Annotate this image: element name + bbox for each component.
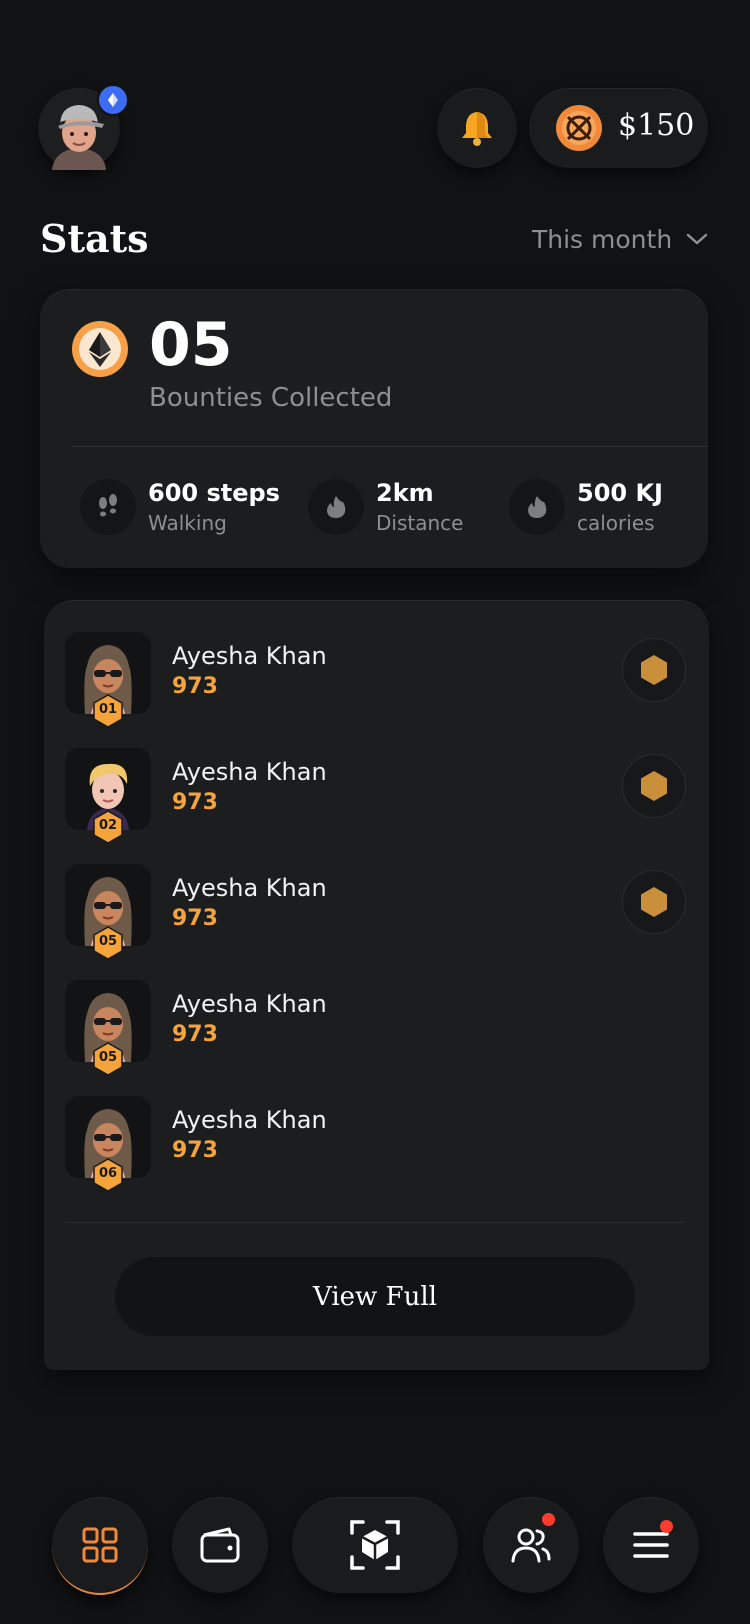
menu-notification-dot <box>660 1520 673 1533</box>
player-score: 973 <box>172 1138 218 1163</box>
rank-badge-number: 02 <box>98 818 118 833</box>
balance-amount: $150 <box>618 108 695 143</box>
player-score: 973 <box>172 674 218 699</box>
player-name: Ayesha Khan <box>172 642 327 670</box>
calories-stat-icon-wrap <box>509 479 565 535</box>
medal-button[interactable] <box>622 754 686 818</box>
balance-pill[interactable]: $150 <box>529 88 708 168</box>
steps-stat-icon-wrap <box>80 479 136 535</box>
medal-button[interactable] <box>622 870 686 934</box>
nav-friends[interactable] <box>483 1497 579 1593</box>
friends-notification-dot <box>542 1513 555 1526</box>
nav-menu[interactable] <box>603 1497 699 1593</box>
calories-label: calories <box>577 511 655 535</box>
view-full-button[interactable]: View Full <box>115 1257 635 1336</box>
player-name: Ayesha Khan <box>172 1106 327 1134</box>
bounties-count: 05 <box>149 310 233 380</box>
view-full-label: View Full <box>313 1281 437 1312</box>
rank-badge-number: 05 <box>98 1050 118 1065</box>
stats-card: 05 Bounties Collected 600 steps Walking … <box>40 289 708 568</box>
bell-icon <box>462 112 492 146</box>
nav-ar-scan[interactable] <box>292 1497 458 1593</box>
notifications-button[interactable] <box>437 88 517 168</box>
page-title: Stats <box>40 216 149 261</box>
leaderboard-row[interactable]: 05 Ayesha Khan 973 <box>65 980 685 1080</box>
chevron-down-icon <box>686 233 708 245</box>
rank-badge-number: 05 <box>98 934 118 949</box>
distance-label: Distance <box>376 511 464 535</box>
distance-stat-icon-wrap <box>308 479 364 535</box>
medal-button[interactable] <box>622 638 686 702</box>
leaderboard-divider <box>65 1222 685 1223</box>
verified-badge-icon <box>97 84 129 116</box>
hexagon-medal-icon <box>641 655 667 685</box>
rank-badge-number: 06 <box>98 1166 118 1181</box>
player-name: Ayesha Khan <box>172 758 327 786</box>
period-dropdown-label: This month <box>532 224 673 254</box>
hexagon-medal-icon <box>641 887 667 917</box>
hexagon-medal-icon <box>641 771 667 801</box>
footsteps-icon <box>99 494 117 517</box>
player-name: Ayesha Khan <box>172 990 327 1018</box>
steps-value: 600 steps <box>148 479 280 507</box>
wallet-icon <box>200 1527 240 1563</box>
leaderboard-row[interactable]: 06 Ayesha Khan 973 <box>65 1096 685 1196</box>
leaderboard-row[interactable]: 05 Ayesha Khan 973 <box>65 864 686 964</box>
player-score: 973 <box>172 1022 218 1047</box>
flame-icon <box>528 496 547 518</box>
distance-value: 2km <box>376 479 434 507</box>
rank-badge-number: 01 <box>98 702 118 717</box>
period-dropdown[interactable]: This month <box>532 222 708 256</box>
flame-icon <box>327 496 346 518</box>
stats-divider <box>72 446 708 447</box>
player-score: 973 <box>172 790 218 815</box>
leaderboard-row[interactable]: 02 Ayesha Khan 973 <box>65 748 686 848</box>
nav-dashboard[interactable] <box>52 1497 148 1595</box>
steps-label: Walking <box>148 511 227 535</box>
dashboard-icon <box>82 1527 118 1563</box>
coin-icon <box>556 105 602 151</box>
nav-wallet[interactable] <box>172 1497 268 1593</box>
bounties-label: Bounties Collected <box>149 383 393 413</box>
player-score: 973 <box>172 906 218 931</box>
leaderboard-row[interactable]: 01 Ayesha Khan 973 <box>65 632 686 732</box>
player-name: Ayesha Khan <box>172 874 327 902</box>
ethereum-coin-icon <box>72 321 128 377</box>
menu-icon <box>633 1532 669 1558</box>
friends-icon <box>511 1528 551 1563</box>
calories-value: 500 KJ <box>577 479 663 507</box>
ar-cube-icon <box>350 1520 400 1570</box>
